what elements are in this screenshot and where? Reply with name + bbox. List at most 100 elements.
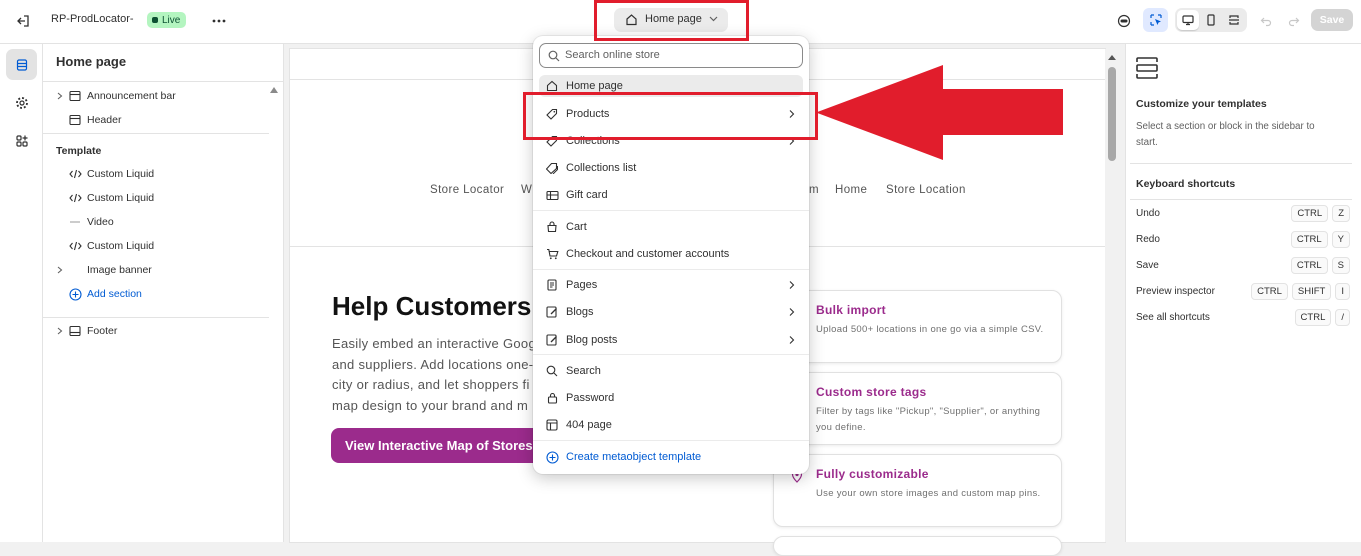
nav-link[interactable]: Store Locator (430, 184, 504, 196)
section-label: Header (87, 114, 122, 126)
shortcut-keys: CTRL Z (1287, 204, 1350, 222)
shortcut-row: Save CTRL S (1136, 254, 1350, 276)
section-custom-liquid[interactable]: Custom Liquid (43, 163, 284, 185)
menu-item-label: Blogs (566, 306, 594, 318)
sidebar-divider (43, 133, 269, 134)
search-input[interactable]: Search online store (539, 43, 803, 68)
section-label: Custom Liquid (87, 168, 155, 180)
menu-item-pages[interactable]: Pages (539, 274, 803, 296)
redo-icon[interactable] (1283, 10, 1305, 32)
menu-item-label: 404 page (566, 419, 612, 431)
blog-icon (544, 304, 560, 320)
menu-item-label: Blog posts (566, 334, 618, 346)
add-section-label: Add section (87, 288, 142, 300)
section-custom-liquid[interactable]: Custom Liquid (43, 235, 284, 257)
kbd-key: CTRL (1294, 308, 1332, 326)
kbd-key: I (1335, 282, 1350, 300)
code-icon (69, 187, 82, 209)
annotation-arrow (816, 65, 1063, 160)
right-panel-divider (1130, 199, 1352, 200)
undo-icon[interactable] (1255, 10, 1277, 32)
menu-separator (533, 269, 809, 270)
kbd-key: CTRL (1291, 204, 1329, 222)
template-heading: Template (56, 145, 102, 157)
view-map-button[interactable]: View Interactive Map of Stores (331, 428, 553, 463)
scroll-up-arrow[interactable] (1108, 55, 1116, 60)
inspector-icon[interactable] (1143, 8, 1168, 32)
menu-item-cart[interactable]: Cart (539, 216, 803, 238)
fullscreen-view-icon[interactable] (1223, 10, 1245, 30)
lock-icon (544, 390, 560, 406)
feature-card-title: Fully customizable (816, 467, 929, 481)
menu-item-password[interactable]: Password (539, 387, 803, 409)
section-announcement-bar[interactable]: Announcement bar (43, 85, 284, 107)
feature-card-bulk-import: Bulk import Upload 500+ locations in one… (773, 290, 1062, 363)
cart-icon (544, 219, 560, 235)
section-custom-liquid[interactable]: Custom Liquid (43, 187, 284, 209)
desktop-view-icon[interactable] (1177, 10, 1199, 30)
add-section-button[interactable]: Add section (43, 283, 284, 305)
menu-item-blogs[interactable]: Blogs (539, 301, 803, 323)
section-image-banner[interactable]: Image banner (43, 259, 284, 281)
menu-separator (533, 210, 809, 211)
shortcut-keys: CTRL / (1291, 308, 1350, 326)
feature-card-title: Custom store tags (816, 385, 927, 399)
search-icon (544, 363, 560, 379)
section-footer[interactable]: Footer (43, 320, 284, 342)
checkout-icon (544, 246, 560, 262)
feature-card-text: Use your own store images and custom map… (816, 488, 1041, 499)
shortcuts-title: Keyboard shortcuts (1136, 178, 1236, 190)
chevron-right-icon[interactable] (57, 259, 63, 281)
save-button[interactable]: Save (1311, 9, 1353, 31)
chevron-right-icon[interactable] (57, 320, 63, 342)
kbd-key: / (1335, 308, 1350, 326)
apps-icon (15, 134, 29, 148)
nav-link[interactable]: Home (835, 184, 867, 196)
menu-item-blog-posts[interactable]: Blog posts (539, 329, 803, 351)
right-panel-subtitle: Select a section or block in the sidebar… (1136, 121, 1315, 148)
live-dot-icon (152, 17, 158, 23)
section-label: Announcement bar (87, 90, 176, 102)
hero-text-line: city or radius, and let shoppers fi (332, 377, 530, 392)
menu-item-checkout[interactable]: Checkout and customer accounts (539, 243, 803, 265)
menu-item-search[interactable]: Search (539, 360, 803, 382)
menu-item-gift-card[interactable]: Gift card (539, 184, 803, 206)
nav-link[interactable]: m (809, 184, 819, 196)
plus-circle-icon (544, 449, 560, 465)
exit-icon[interactable] (12, 10, 34, 32)
section-video[interactable]: Video (43, 211, 284, 233)
view-map-button-label: View Interactive Map of Stores (345, 438, 533, 453)
ai-assistant-icon[interactable] (1113, 10, 1135, 32)
menu-item-collections-list[interactable]: Collections list (539, 157, 803, 179)
create-metaobject-template[interactable]: Create metaobject template (539, 446, 803, 468)
code-icon (69, 235, 82, 257)
kbd-key: Z (1332, 204, 1350, 222)
nav-link[interactable]: Store Location (886, 184, 966, 196)
shortcut-keys: CTRL Y (1287, 230, 1350, 248)
layout-section-icon (69, 109, 81, 131)
shortcut-label: Redo (1136, 233, 1160, 245)
scrollbar-thumb[interactable] (1108, 67, 1116, 161)
plus-circle-icon (69, 283, 82, 305)
store-name: RP-ProdLocator- (51, 13, 134, 25)
search-placeholder: Search online store (565, 49, 660, 61)
404-icon (544, 417, 560, 433)
mobile-view-icon[interactable] (1200, 10, 1222, 30)
right-panel-title: Customize your templates (1136, 98, 1267, 110)
more-options-icon[interactable] (208, 10, 230, 32)
section-header[interactable]: Header (43, 109, 284, 131)
feature-card-title: Bulk import (816, 303, 886, 317)
menu-item-404-page[interactable]: 404 page (539, 414, 803, 436)
shortcut-row[interactable]: See all shortcuts CTRL / (1136, 306, 1350, 328)
feature-card-fully-customizable: Fully customizable Use your own store im… (773, 454, 1062, 527)
chevron-right-icon[interactable] (57, 85, 63, 107)
preview-scrollbar[interactable] (1105, 49, 1119, 542)
sections-tab[interactable] (6, 49, 37, 80)
right-panel-divider (1130, 163, 1352, 164)
shortcut-row: Redo CTRL Y (1136, 228, 1350, 250)
device-toggle (1175, 8, 1247, 32)
theme-settings-tab[interactable] (6, 87, 37, 118)
apps-tab[interactable] (6, 125, 37, 156)
collections-icon (544, 160, 560, 176)
section-label: Image banner (87, 264, 152, 276)
